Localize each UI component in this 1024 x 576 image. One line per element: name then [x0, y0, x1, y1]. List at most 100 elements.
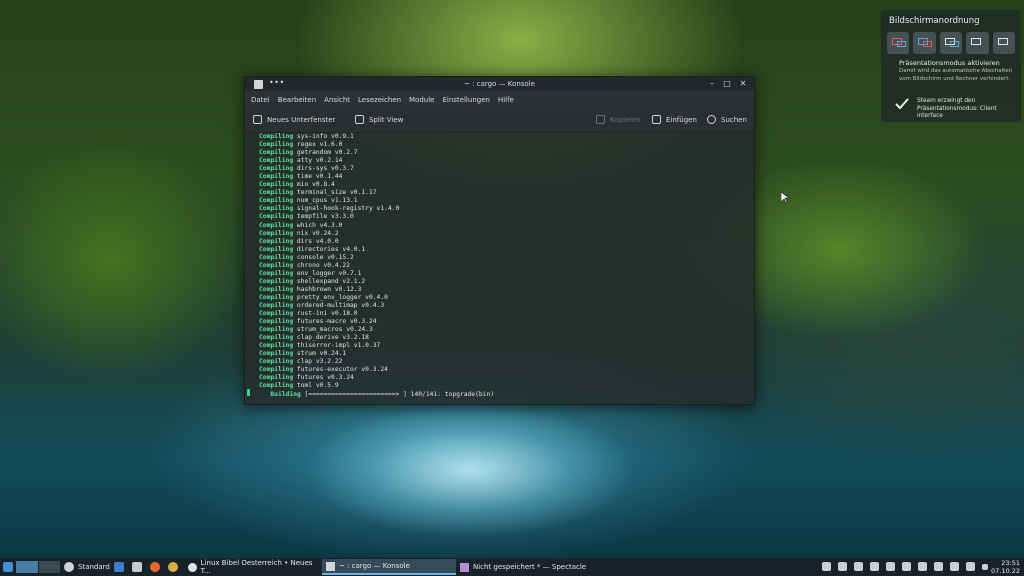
terminal-line-text: clap_derive v3.2.18 [296, 334, 369, 342]
launcher-chrome[interactable] [168, 561, 178, 573]
terminal-line-text: hashbrown v0.12.3 [296, 285, 362, 293]
terminal-line-text: chrono v0.4.22 [296, 261, 350, 269]
new-tab-button[interactable]: Neues Unterfenster [253, 115, 335, 124]
terminal-line-text: rust-ini v0.18.0 [296, 310, 358, 318]
virtual-desktop-pager[interactable] [16, 561, 60, 573]
files-icon [132, 562, 142, 572]
launcher-files[interactable] [132, 561, 142, 573]
split-view-label: Split View [369, 115, 404, 124]
tray-updates-icon[interactable] [870, 562, 879, 571]
tray-expand-icon[interactable] [982, 564, 988, 570]
clock[interactable]: 23:51 07.10.22 [991, 559, 1020, 575]
extend-right-icon[interactable] [913, 32, 936, 54]
tray-steam2-icon[interactable] [886, 562, 895, 571]
launcher-discover[interactable] [114, 561, 124, 573]
terminal-line-status: Compiling [259, 213, 294, 221]
copy-button[interactable]: Kopieren [596, 115, 641, 124]
terminal-output[interactable]: Compiling sys-info v0.9.1 Compiling regex… [245, 133, 754, 404]
window-titlebar[interactable]: ••• ~ : cargo — Konsole – □ ✕ [245, 77, 754, 91]
tray-display-icon[interactable] [934, 562, 943, 571]
terminal-line-text: futures-executor v0.3.24 [296, 366, 388, 374]
paste-label: Einfügen [666, 115, 697, 124]
app-launcher-icon [3, 562, 13, 572]
terminal-line: Compiling toml v0.5.9 [259, 382, 754, 390]
terminal-line-status: Compiling [259, 221, 294, 229]
terminal-line-text: [=======================> ] 140/141: top… [304, 390, 495, 398]
activity-label: Standard [78, 563, 110, 571]
osd-layout-options [887, 32, 1016, 54]
tray-devices-icon[interactable] [918, 562, 927, 571]
activity-icon [64, 562, 74, 572]
close-icon[interactable]: ✕ [738, 79, 748, 88]
task-konsole[interactable]: ~ : cargo — Konsole [322, 559, 456, 575]
terminal-line: Compiling dirs v4.0.0 [259, 238, 754, 246]
mirror-icon[interactable] [939, 32, 963, 54]
toolbar: Neues Unterfenster Split View Kopieren E… [245, 109, 754, 133]
task-browser[interactable]: Linux Bibel Oesterreich • Neues T... [184, 559, 320, 575]
clock-date: 07.10.22 [991, 567, 1020, 575]
menubar: Datei Bearbeiten Ansicht Lesezeichen Mod… [245, 91, 754, 109]
tray-network-icon[interactable] [966, 562, 975, 571]
extend-left-icon[interactable] [887, 32, 910, 54]
terminal-line: Compiling tempfile v3.3.0 [259, 213, 754, 221]
terminal-line-status: Compiling [259, 157, 294, 165]
activity-switcher[interactable]: Standard [64, 561, 110, 573]
maximize-icon[interactable]: □ [722, 79, 732, 88]
new-tab-label: Neues Unterfenster [267, 115, 336, 124]
search-button[interactable]: Suchen [707, 115, 747, 124]
presentation-mode-toggle[interactable]: Präsentationsmodus aktivieren Damit wird… [887, 59, 1015, 83]
terminal-line-status: Compiling [259, 334, 294, 342]
task-spectacle[interactable]: Nicht gespeichert * — Spectacle [456, 559, 596, 575]
terminal-line-status: Compiling [259, 366, 294, 374]
terminal-line-text: dirs-sys v0.3.7 [296, 165, 354, 173]
terminal-line-status: Compiling [259, 382, 294, 390]
menu-datei[interactable]: Datei [251, 96, 270, 104]
terminal-line: Compiling nix v0.24.2 [259, 230, 754, 238]
terminal-line-status: Compiling [259, 261, 294, 269]
desktop-2[interactable] [38, 561, 60, 573]
tray-steam-icon[interactable] [822, 562, 831, 571]
terminal-line-status: Compiling [259, 149, 294, 157]
menu-bearbeiten[interactable]: Bearbeiten [278, 96, 316, 104]
primary-only-icon[interactable] [966, 32, 989, 54]
search-icon [707, 115, 716, 124]
menu-ansicht[interactable]: Ansicht [324, 96, 350, 104]
menu-hilfe[interactable]: Hilfe [498, 96, 514, 104]
tray-battery-icon[interactable] [902, 562, 911, 571]
task-konsole-label: ~ : cargo — Konsole [339, 562, 410, 570]
presentation-mode-description: Damit wird das automatische Abschalten v… [899, 68, 1013, 82]
secondary-only-icon[interactable] [992, 32, 1016, 54]
taskbar: Standard Linux Bibel Oesterreich • Neues… [0, 558, 1024, 576]
paste-icon [652, 115, 661, 124]
task-spectacle-label: Nicht gespeichert * — Spectacle [473, 563, 587, 571]
tray-clipboard-icon[interactable] [838, 562, 847, 571]
paste-button[interactable]: Einfügen [652, 115, 697, 124]
tray-volume-icon[interactable] [950, 562, 959, 571]
menu-module[interactable]: Module [409, 96, 434, 104]
konsole-task-icon [326, 561, 335, 571]
menu-einstellungen[interactable]: Einstellungen [442, 96, 489, 104]
konsole-window[interactable]: ••• ~ : cargo — Konsole – □ ✕ Datei Bear… [244, 76, 755, 405]
terminal-line-text: strum v0.24.1 [296, 350, 347, 358]
split-view-button[interactable]: Split View [355, 115, 403, 124]
terminal-line: Compiling pretty_env_logger v0.4.0 [259, 294, 754, 302]
checkmark-icon [895, 98, 909, 110]
desktop-1[interactable] [16, 561, 38, 573]
terminal-line-text: time v0.1.44 [296, 173, 343, 181]
terminal-line-text: atty v0.2.14 [296, 157, 343, 165]
menu-lesezeichen[interactable]: Lesezeichen [358, 96, 401, 104]
terminal-line-status: Compiling [259, 350, 294, 358]
discover-icon [114, 562, 124, 572]
terminal-line-text: ordered-multimap v0.4.3 [296, 301, 385, 309]
terminal-line: Compiling directories v4.0.1 [259, 246, 754, 254]
minimize-icon[interactable]: – [707, 79, 717, 88]
search-label: Suchen [721, 115, 747, 124]
terminal-line-text: directories v4.0.1 [296, 245, 366, 253]
launcher-firefox[interactable] [150, 561, 160, 573]
terminal-line-text: futures-macro v0.3.24 [296, 318, 377, 326]
terminal-line-text: signal-hook-registry v1.4.0 [296, 205, 400, 213]
terminal-line-text: futures v0.3.24 [296, 374, 354, 382]
app-launcher[interactable] [3, 561, 13, 573]
tray-kdeconnect-icon[interactable] [854, 562, 863, 571]
terminal-line: Compiling getrandom v0.2.7 [259, 149, 754, 157]
